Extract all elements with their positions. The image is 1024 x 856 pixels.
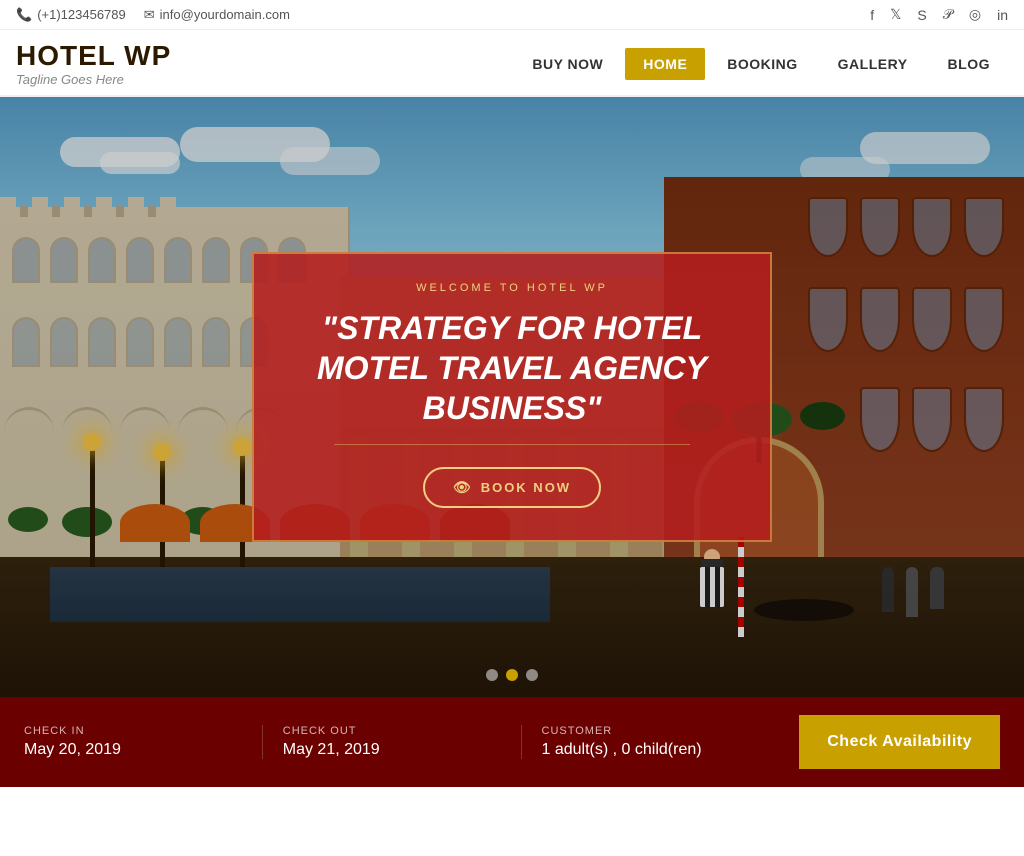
dot-3[interactable] (526, 669, 538, 681)
dot-2[interactable] (506, 669, 518, 681)
instagram-icon[interactable]: ◎ (969, 6, 981, 23)
check-in-label: CHECK IN (24, 725, 242, 737)
nav-buy-now[interactable]: BUY NOW (514, 48, 621, 80)
email-info: ✉ info@yourdomain.com (144, 7, 290, 23)
email-icon: ✉ (144, 7, 155, 23)
dot-1[interactable] (486, 669, 498, 681)
book-now-button[interactable]: 👁 BOOK NOW (423, 467, 601, 508)
check-in-value: May 20, 2019 (24, 741, 242, 759)
customer-field[interactable]: CUSTOMER 1 adult(s) , 0 child(ren) (522, 725, 780, 759)
top-bar-contact: 📞 (+1)123456789 ✉ info@yourdomain.com (16, 7, 290, 23)
hero-subtitle: WELCOME TO HOTEL WP (290, 282, 734, 294)
logo-tagline: Tagline Goes Here (16, 72, 171, 87)
customer-label: CUSTOMER (542, 725, 760, 737)
check-out-value: May 21, 2019 (283, 741, 501, 759)
hero-pagination (486, 669, 538, 681)
booking-bar: CHECK IN May 20, 2019 CHECK OUT May 21, … (0, 697, 1024, 787)
check-out-field[interactable]: CHECK OUT May 21, 2019 (263, 725, 522, 759)
hero-title: "STRATEGY FOR HOTEL MOTEL TRAVEL AGENCY … (290, 308, 734, 428)
skype-icon[interactable]: S (917, 7, 926, 23)
logo: HOTEL WP Tagline Goes Here (16, 40, 171, 87)
phone-info: 📞 (+1)123456789 (16, 7, 126, 23)
site-header: HOTEL WP Tagline Goes Here BUY NOW HOME … (0, 30, 1024, 97)
check-out-label: CHECK OUT (283, 725, 501, 737)
nav-gallery[interactable]: GALLERY (820, 48, 926, 80)
linkedin-icon[interactable]: in (997, 7, 1008, 23)
nav-blog[interactable]: BLOG (930, 48, 1008, 80)
hero-divider-line (334, 444, 689, 445)
nav-home[interactable]: HOME (625, 48, 705, 80)
check-availability-button[interactable]: Check Availability (799, 715, 1000, 769)
facebook-icon[interactable]: f (870, 7, 874, 23)
social-links: f 𝕏 S 𝒫 ◎ in (870, 6, 1008, 23)
book-now-label: BOOK NOW (481, 480, 571, 495)
customer-value: 1 adult(s) , 0 child(ren) (542, 741, 760, 759)
phone-number: (+1)123456789 (37, 7, 126, 22)
check-in-field[interactable]: CHECK IN May 20, 2019 (24, 725, 263, 759)
top-bar: 📞 (+1)123456789 ✉ info@yourdomain.com f … (0, 0, 1024, 30)
email-address: info@yourdomain.com (160, 7, 290, 22)
eye-icon: 👁 (453, 479, 473, 496)
twitter-icon[interactable]: 𝕏 (890, 6, 901, 23)
main-nav: BUY NOW HOME BOOKING GALLERY BLOG (514, 48, 1008, 80)
hero-section: WELCOME TO HOTEL WP "STRATEGY FOR HOTEL … (0, 97, 1024, 697)
pinterest-icon[interactable]: 𝒫 (943, 6, 953, 23)
logo-title: HOTEL WP (16, 40, 171, 72)
hero-content-box: WELCOME TO HOTEL WP "STRATEGY FOR HOTEL … (252, 252, 772, 542)
phone-icon: 📞 (16, 7, 32, 23)
nav-booking[interactable]: BOOKING (709, 48, 815, 80)
